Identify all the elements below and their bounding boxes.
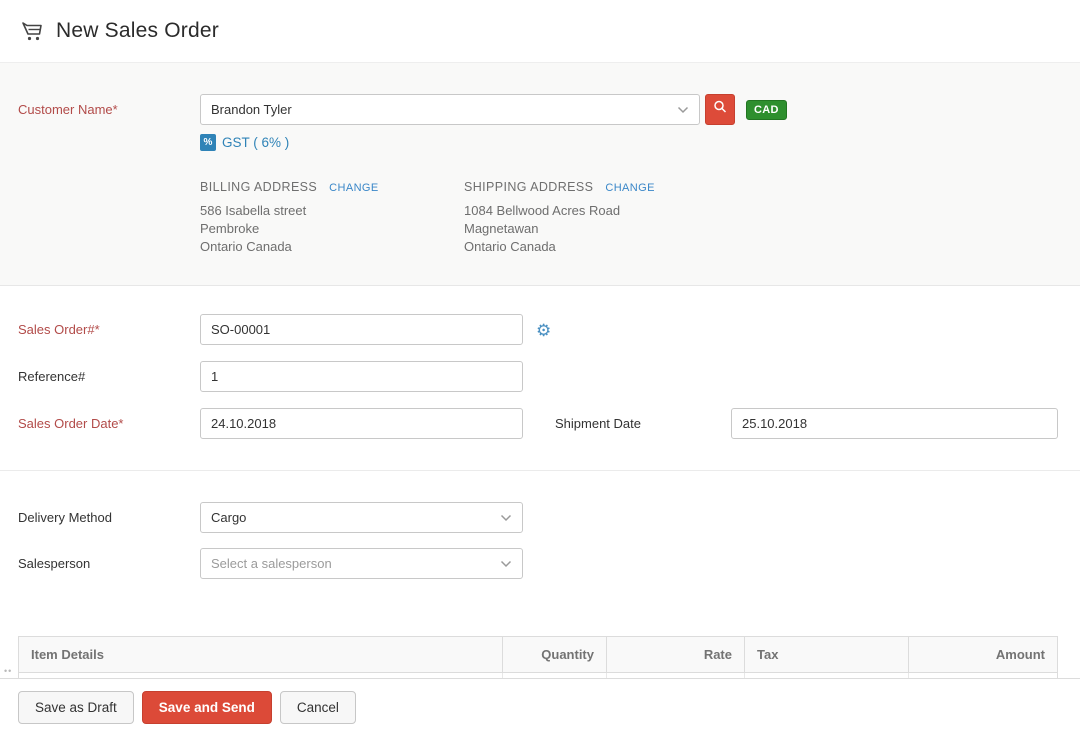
chevron-down-icon xyxy=(500,560,512,568)
billing-address-block: BILLING ADDRESS CHANGE 586 Isabella stre… xyxy=(200,180,464,256)
salesperson-placeholder: Select a salesperson xyxy=(211,556,494,571)
chevron-down-icon xyxy=(500,514,512,522)
column-header-quantity: Quantity xyxy=(503,637,607,672)
row-drag-handle-icon[interactable]: •• xyxy=(4,669,12,673)
gst-percent-icon: % xyxy=(200,134,216,151)
customer-section: Customer Name* Brandon Tyler CAD % GST xyxy=(0,62,1080,286)
sales-order-date-label: Sales Order Date* xyxy=(18,408,200,431)
billing-address-change-link[interactable]: CHANGE xyxy=(329,182,378,194)
customer-search-button[interactable] xyxy=(705,94,735,125)
shipping-address-line: Ontario Canada xyxy=(464,238,728,256)
reference-label: Reference# xyxy=(18,361,200,384)
customer-name-value: Brandon Tyler xyxy=(211,102,671,117)
delivery-method-value: Cargo xyxy=(211,510,494,525)
cancel-button[interactable]: Cancel xyxy=(280,691,356,724)
billing-address-line: Pembroke xyxy=(200,220,464,238)
billing-address-line: 586 Isabella street xyxy=(200,202,464,220)
sales-order-date-input[interactable] xyxy=(200,408,523,439)
column-header-amount: Amount xyxy=(909,637,1057,672)
shipping-address-heading: SHIPPING ADDRESS xyxy=(464,180,593,194)
reference-input[interactable] xyxy=(200,361,523,392)
salesperson-select[interactable]: Select a salesperson xyxy=(200,548,523,579)
chevron-down-icon xyxy=(677,106,689,114)
column-header-item-details: Item Details xyxy=(19,637,503,672)
gear-icon[interactable]: ⚙ xyxy=(536,320,551,339)
customer-name-label: Customer Name* xyxy=(18,94,200,117)
search-icon xyxy=(712,99,728,120)
save-as-draft-button[interactable]: Save as Draft xyxy=(18,691,134,724)
shipping-address-line: 1084 Bellwood Acres Road xyxy=(464,202,728,220)
item-table: •• Item Details Quantity Rate Tax Amount xyxy=(0,636,1080,680)
billing-address-heading: BILLING ADDRESS xyxy=(200,180,317,194)
delivery-method-label: Delivery Method xyxy=(18,502,200,525)
order-details-section: Sales Order#* ⚙ Reference# Sales Order D… xyxy=(0,286,1080,439)
item-table-header-row: Item Details Quantity Rate Tax Amount xyxy=(19,637,1057,672)
column-header-rate: Rate xyxy=(607,637,745,672)
new-sales-order-page: New Sales Order Customer Name* Brandon T… xyxy=(0,0,1080,736)
action-footer: Save as Draft Save and Send Cancel xyxy=(0,678,1080,736)
shipment-date-input[interactable] xyxy=(731,408,1058,439)
gst-link[interactable]: GST ( 6% ) xyxy=(222,135,289,150)
shipping-address-block: SHIPPING ADDRESS CHANGE 1084 Bellwood Ac… xyxy=(464,180,728,256)
salesperson-label: Salesperson xyxy=(18,548,200,571)
customer-name-select[interactable]: Brandon Tyler xyxy=(200,94,700,125)
page-title: New Sales Order xyxy=(56,19,219,43)
shipping-address-change-link[interactable]: CHANGE xyxy=(605,182,654,194)
page-header: New Sales Order xyxy=(0,0,1080,62)
billing-address-line: Ontario Canada xyxy=(200,238,464,256)
shipping-address-line: Magnetawan xyxy=(464,220,728,238)
shopping-cart-icon xyxy=(20,18,46,44)
currency-badge: CAD xyxy=(746,100,787,120)
delivery-method-select[interactable]: Cargo xyxy=(200,502,523,533)
sales-order-number-input[interactable] xyxy=(200,314,523,345)
sales-order-number-label: Sales Order#* xyxy=(18,314,200,337)
column-header-tax: Tax xyxy=(745,637,909,672)
shipment-date-label: Shipment Date xyxy=(555,408,731,431)
save-and-send-button[interactable]: Save and Send xyxy=(142,691,272,724)
delivery-section: Delivery Method Cargo Salesperson Select… xyxy=(0,471,1080,579)
